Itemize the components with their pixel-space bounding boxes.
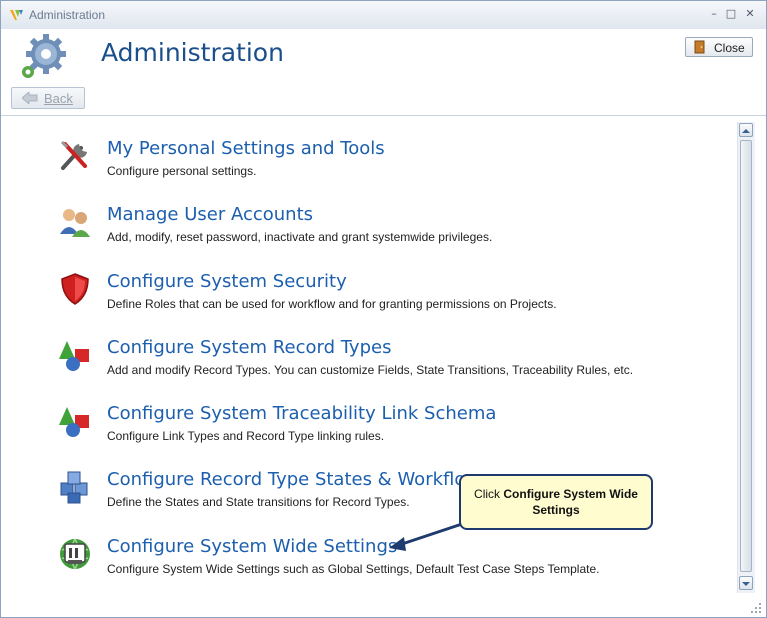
resize-grip-icon[interactable] (749, 601, 763, 615)
option-description: Configure System Wide Settings such as G… (107, 562, 600, 576)
option-system-wide-settings[interactable]: Configure System Wide Settings Configure… (57, 536, 717, 592)
option-title[interactable]: Configure System Wide Settings (107, 536, 397, 557)
admin-options-list: My Personal Settings and Tools Configure… (1, 116, 736, 613)
users-icon (60, 209, 90, 237)
close-label: Close (714, 41, 745, 55)
option-title[interactable]: Manage User Accounts (107, 204, 313, 225)
window-title: Administration (29, 8, 106, 22)
minimize-icon[interactable]: – (706, 7, 722, 21)
tools-icon (60, 140, 87, 170)
cubes-icon (60, 471, 88, 504)
back-arrow-icon (22, 92, 38, 104)
window-close-icon[interactable]: ✕ (742, 7, 758, 21)
option-personal-settings[interactable]: My Personal Settings and Tools Configure… (57, 138, 717, 194)
page-title: Administration (101, 38, 284, 67)
back-button[interactable]: Back (11, 87, 85, 109)
shapes-icon (59, 341, 89, 371)
globe-settings-icon (60, 538, 90, 570)
scroll-up-button[interactable] (739, 123, 753, 137)
callout-bold-text: Configure System Wide Settings (503, 487, 638, 517)
chevron-up-icon (742, 129, 750, 133)
maximize-icon[interactable]: □ (723, 7, 739, 21)
gear-icon (22, 34, 66, 78)
option-description: Configure personal settings. (107, 164, 257, 178)
close-button[interactable]: Close (685, 37, 753, 57)
door-icon (694, 40, 705, 54)
option-description: Add and modify Record Types. You can cus… (107, 363, 634, 377)
vertical-scrollbar[interactable] (737, 122, 755, 593)
option-record-types[interactable]: Configure System Record Types Add and mo… (57, 337, 717, 393)
option-manage-users[interactable]: Manage User Accounts Add, modify, reset … (57, 204, 717, 260)
shapes-icon (59, 407, 89, 437)
title-bar: Administration – □ ✕ (1, 1, 766, 30)
option-description: Define Roles that can be used for workfl… (107, 297, 557, 311)
option-title[interactable]: Configure System Record Types (107, 337, 391, 358)
option-title[interactable]: Configure System Traceability Link Schem… (107, 403, 496, 424)
option-system-security[interactable]: Configure System Security Define Roles t… (57, 271, 717, 327)
callout-prefix: Click (474, 487, 504, 501)
scroll-down-button[interactable] (739, 576, 753, 590)
chevron-down-icon (742, 582, 750, 586)
shield-icon (61, 273, 89, 305)
scroll-thumb[interactable] (740, 140, 752, 572)
option-title[interactable]: Configure System Security (107, 271, 347, 292)
instruction-callout: Click Configure System Wide Settings (459, 474, 653, 530)
option-description: Define the States and State transitions … (107, 495, 410, 509)
option-description: Add, modify, reset password, inactivate … (107, 230, 493, 244)
back-label: Back (44, 91, 73, 106)
app-logo-icon (10, 10, 23, 20)
admin-window: Administration – □ ✕ Administration Clos… (0, 0, 767, 618)
option-title[interactable]: My Personal Settings and Tools (107, 138, 385, 159)
header: Administration Close Back (1, 29, 766, 116)
option-title[interactable]: Configure Record Type States & Workflow (107, 469, 480, 490)
option-description: Configure Link Types and Record Type lin… (107, 429, 385, 443)
option-traceability-schema[interactable]: Configure System Traceability Link Schem… (57, 403, 717, 459)
